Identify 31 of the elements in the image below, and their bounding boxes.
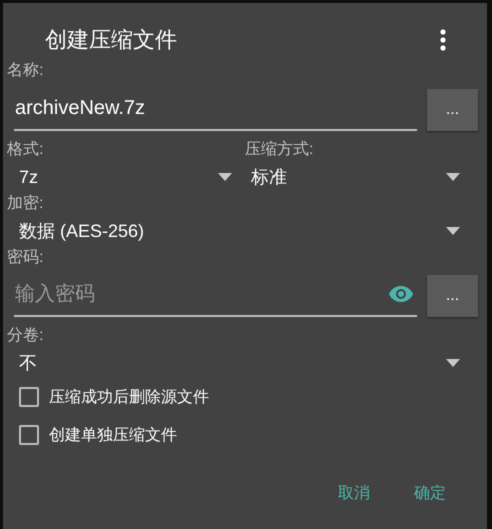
- dialog-title: 创建压缩文件: [45, 26, 177, 54]
- dropdown-arrow-icon[interactable]: [218, 173, 232, 181]
- field-label: 加密:: [7, 194, 44, 214]
- field-label: 密码:: [7, 248, 44, 268]
- field-label: 名称:: [7, 61, 44, 81]
- dropdown[interactable]: 标准: [241, 162, 478, 192]
- field-label: 格式:: [7, 140, 44, 160]
- dropdown-arrow-icon[interactable]: [446, 359, 460, 367]
- checkbox[interactable]: [19, 387, 39, 407]
- dropdown[interactable]: 7z: [7, 162, 241, 192]
- browse-button[interactable]: ...: [427, 89, 478, 131]
- dropdown[interactable]: 数据 (AES-256): [7, 216, 478, 246]
- name-input-field[interactable]: archiveNew.7z: [15, 96, 417, 120]
- dropdown-arrow-icon[interactable]: [446, 173, 460, 181]
- field-label: 分卷:: [7, 326, 44, 346]
- field-label: 压缩方式:: [245, 140, 314, 160]
- dropdown-value: 数据 (AES-256): [19, 220, 144, 243]
- more-options-icon[interactable]: [439, 29, 447, 51]
- dialog-button[interactable]: 取消: [338, 475, 370, 511]
- checkbox-label: 压缩成功后删除源文件: [49, 388, 209, 408]
- checkbox-label: 创建单独压缩文件: [49, 426, 177, 446]
- dropdown-value: 7z: [19, 166, 38, 189]
- dialog-button[interactable]: 确定: [414, 475, 446, 511]
- password-input-field[interactable]: 输入密码: [15, 282, 388, 306]
- password-options-button[interactable]: ...: [427, 275, 478, 317]
- dropdown-value: 标准: [251, 166, 287, 189]
- dropdown[interactable]: 不: [7, 348, 478, 378]
- dropdown-value: 不: [19, 352, 37, 375]
- eye-icon[interactable]: [388, 285, 414, 303]
- dropdown-arrow-icon[interactable]: [446, 227, 460, 235]
- checkbox[interactable]: [19, 425, 39, 445]
